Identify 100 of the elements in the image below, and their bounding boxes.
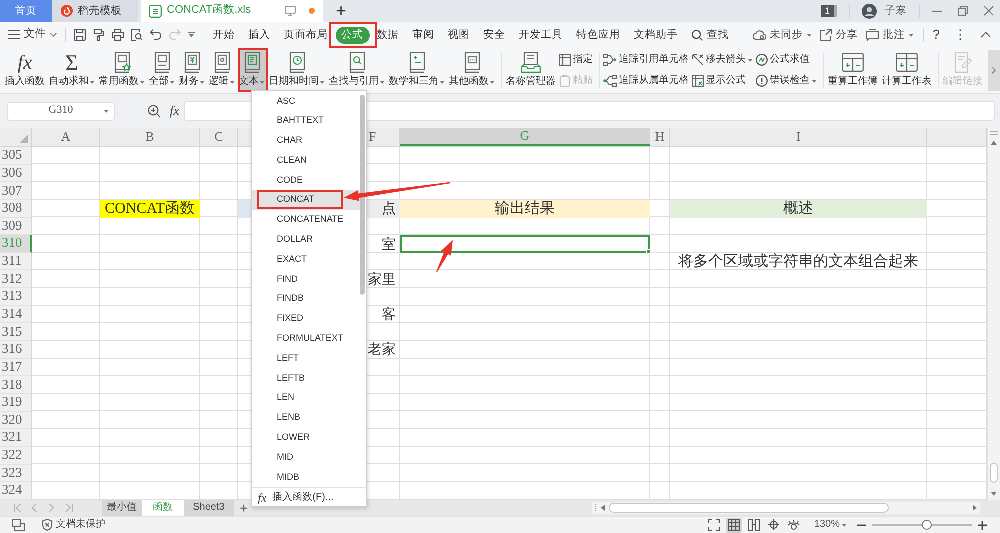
menu-tab[interactable]: 安全 xyxy=(478,26,512,44)
name-box[interactable]: G310 xyxy=(7,102,115,120)
add-sheet-button[interactable]: + xyxy=(240,501,248,515)
row-header[interactable]: 321 xyxy=(0,429,32,447)
ribbon-button[interactable]: 错误检查 xyxy=(756,72,817,90)
menu-item[interactable]: FINDB xyxy=(252,288,360,309)
row-header[interactable]: 306 xyxy=(0,164,32,182)
user-name[interactable]: 子寒 xyxy=(885,4,907,18)
close-icon[interactable] xyxy=(984,6,994,16)
new-tab-button[interactable]: + xyxy=(336,0,347,22)
ribbon-button[interactable]: 逻辑 xyxy=(208,48,236,92)
menu-item[interactable]: LEFTB xyxy=(252,368,360,388)
menu-item[interactable]: BAHTTEXT xyxy=(252,110,360,131)
view-mode-button[interactable] xyxy=(766,518,782,532)
menu-item[interactable]: LOWER xyxy=(252,428,360,448)
down-arrow-icon[interactable] xyxy=(991,492,997,496)
sheet-tab[interactable]: 函数 xyxy=(142,500,184,516)
template-tab[interactable]: 稻壳模板 xyxy=(52,0,138,22)
menu-tab[interactable]: 特色应用 xyxy=(570,26,626,44)
menu-tab[interactable]: 开始 xyxy=(207,26,241,44)
ribbon-button[interactable]: 显示公式 xyxy=(692,72,753,90)
menu-item[interactable]: CONCAT xyxy=(252,190,360,210)
overlapping-windows-icon[interactable] xyxy=(12,519,25,531)
ribbon-button[interactable]: 公式求值 xyxy=(756,52,817,68)
ribbon-button[interactable]: 日期和时间 xyxy=(268,48,326,92)
ribbon-button[interactable]: 查找与引用 xyxy=(328,48,386,92)
menu-tab[interactable]: 文档助手 xyxy=(628,26,684,44)
notification-badge[interactable]: 1 xyxy=(821,5,837,17)
menu-item[interactable]: CONCATENATE xyxy=(252,210,360,230)
row-header[interactable]: 324 xyxy=(0,482,32,500)
menu-tab[interactable]: 视图 xyxy=(442,26,476,44)
menu-item[interactable]: CODE xyxy=(252,170,360,190)
sheet-tab[interactable]: Sheet3 xyxy=(184,500,234,516)
ribbon-button[interactable]: 数学和三角 xyxy=(388,48,446,92)
row-header[interactable]: 309 xyxy=(0,218,32,236)
function-glyph-icon[interactable]: fx xyxy=(170,103,180,119)
zoom-icon[interactable] xyxy=(148,104,161,118)
left-arrow-icon[interactable] xyxy=(601,505,605,511)
menu-item[interactable]: FIND xyxy=(252,269,360,289)
print-icon[interactable] xyxy=(112,29,124,41)
more-button[interactable]: ⋮ xyxy=(954,27,967,43)
undo-icon[interactable] xyxy=(150,29,162,41)
view-mode-button[interactable] xyxy=(786,518,802,532)
save-icon[interactable] xyxy=(74,29,86,41)
menu-item[interactable]: DOLLAR xyxy=(252,230,360,250)
document-tab[interactable]: CONCAT函数.xls xyxy=(141,0,323,22)
up-arrow-icon[interactable] xyxy=(991,141,997,145)
horizontal-scrollbar[interactable] xyxy=(592,502,980,514)
row-header[interactable]: 319 xyxy=(0,394,32,412)
menu-item[interactable]: ASC xyxy=(252,91,360,111)
row-header[interactable]: 322 xyxy=(0,446,32,465)
menu-item[interactable]: FORMULATEXT xyxy=(252,328,360,348)
customize-caret-icon[interactable] xyxy=(188,32,195,38)
view-mode-button[interactable] xyxy=(746,518,762,532)
column-header[interactable]: F xyxy=(367,128,400,146)
right-arrow-icon[interactable] xyxy=(973,505,977,511)
menu-item[interactable]: LEN xyxy=(252,388,360,408)
share-button[interactable]: 分享 xyxy=(820,28,858,42)
brush-icon[interactable] xyxy=(93,29,105,41)
sync-button[interactable]: 未同步 xyxy=(752,28,812,42)
scrollbar-thumb[interactable] xyxy=(609,503,889,513)
menu-tab[interactable]: 审阅 xyxy=(406,26,440,44)
zoom-in-icon[interactable] xyxy=(978,520,987,530)
row-header[interactable]: 320 xyxy=(0,412,32,430)
fill-handle[interactable] xyxy=(646,248,651,254)
ribbon-button[interactable]: 全部 xyxy=(148,48,176,92)
row-header[interactable]: 315 xyxy=(0,323,32,342)
row-header[interactable]: 308 xyxy=(0,200,32,218)
ribbon-button[interactable]: 财务 xyxy=(178,48,206,92)
chevron-up-icon[interactable] xyxy=(981,32,991,38)
ribbon-button[interactable]: Σ 自动求和 xyxy=(48,48,96,92)
scrollbar-thumb[interactable] xyxy=(360,95,365,295)
menu-item[interactable]: CLEAN xyxy=(252,150,360,170)
ribbon-button[interactable]: 移去箭头 xyxy=(692,52,753,68)
menu-tab[interactable]: 数据 xyxy=(371,26,405,44)
restore-icon[interactable] xyxy=(958,6,968,16)
menu-tab[interactable]: 开发工具 xyxy=(513,26,569,44)
menu-tab[interactable]: 页面布局 xyxy=(278,26,334,44)
ribbon-button[interactable]: 计算工作表 xyxy=(881,48,933,92)
view-mode-button[interactable] xyxy=(726,518,742,532)
row-header[interactable]: 313 xyxy=(0,288,32,306)
ribbon-button[interactable]: 名称管理器 xyxy=(505,48,557,92)
ribbon-button[interactable]: 重算工作簿 xyxy=(827,48,879,92)
column-header[interactable]: B xyxy=(100,128,200,146)
row-header[interactable]: 318 xyxy=(0,376,32,394)
file-menu[interactable]: 文件 xyxy=(8,28,57,42)
avatar-icon[interactable] xyxy=(862,4,877,18)
slider-thumb[interactable] xyxy=(922,520,932,530)
column-header[interactable]: A xyxy=(32,128,100,146)
column-header[interactable]: H xyxy=(650,128,670,146)
view-mode-button[interactable] xyxy=(706,518,722,532)
ribbon-button[interactable]: 其他函数 xyxy=(448,48,496,92)
ribbon-button[interactable]: 追踪从属单元格 xyxy=(603,72,689,90)
row-header[interactable]: 305 xyxy=(0,147,32,165)
ribbon-button[interactable]: fx 插入函数 xyxy=(4,48,46,92)
row-header[interactable]: 312 xyxy=(0,270,32,288)
row-header[interactable]: 323 xyxy=(0,464,32,482)
menu-item[interactable]: MID xyxy=(252,447,360,468)
row-header[interactable]: 307 xyxy=(0,182,32,200)
menu-tab[interactable]: 插入 xyxy=(242,26,276,44)
